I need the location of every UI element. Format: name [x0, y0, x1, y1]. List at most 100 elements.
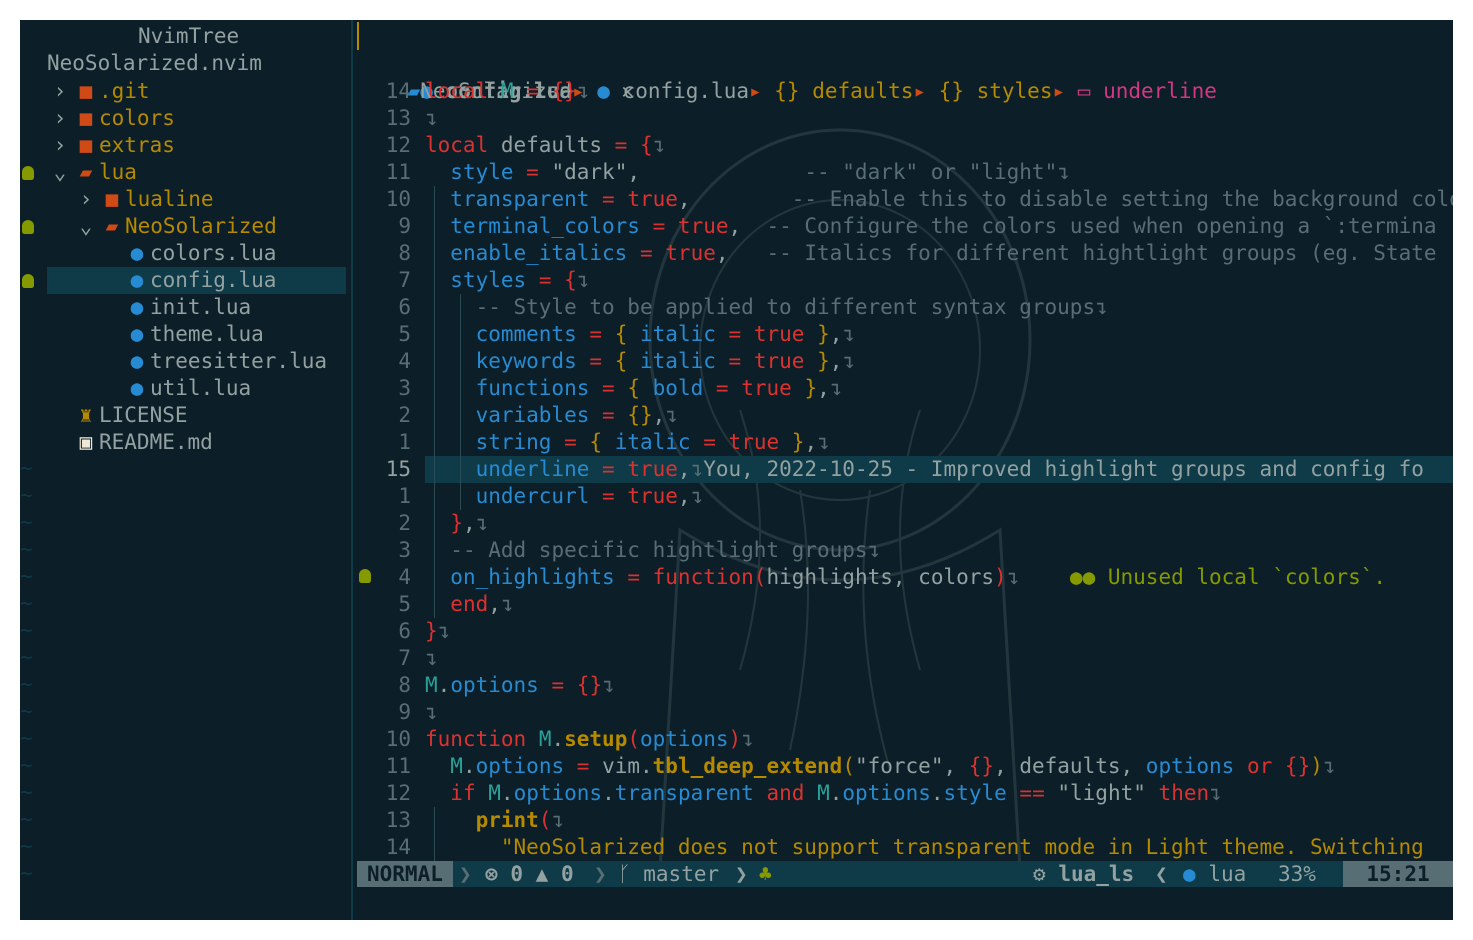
- line-number: 3: [398, 538, 411, 562]
- chevron-right-icon: ›: [53, 79, 67, 103]
- active-tab-indicator: [357, 22, 359, 50]
- code-line: M.options = {}↴: [425, 673, 615, 697]
- code-line: undercurl = true,↴: [475, 484, 704, 508]
- empty-line-marker: ~: [20, 456, 33, 480]
- lsp-status[interactable]: ⚙ lua_ls: [1033, 861, 1134, 887]
- empty-line-marker: ~: [20, 537, 33, 561]
- code-line: comments = { italic = true },↴: [475, 322, 856, 346]
- line-number: 12: [385, 781, 411, 805]
- code-line: function M.setup(options)↴: [425, 727, 754, 751]
- lua-icon: ●: [130, 349, 144, 373]
- code-line: print(↴: [475, 808, 565, 832]
- lua-icon: ●: [130, 376, 144, 400]
- tree-item-util-lua[interactable]: ● util.lua: [124, 375, 346, 402]
- window-separator[interactable]: [351, 20, 353, 920]
- tree-root[interactable]: NeoSolarized.nvim: [47, 51, 262, 75]
- line-number: 11: [385, 754, 411, 778]
- code-line: }↴: [425, 619, 451, 643]
- tree-item-colors[interactable]: › ■ colors: [47, 105, 346, 132]
- tree-item-treesitter-lua[interactable]: ● treesitter.lua: [124, 348, 346, 375]
- empty-line-marker: ~: [20, 645, 33, 669]
- empty-line-marker: ~: [20, 672, 33, 696]
- chevron-right-icon: ▸: [1052, 79, 1078, 103]
- tree-item-readme[interactable]: ▣ README.md: [73, 429, 346, 456]
- braces-icon: {}: [774, 79, 813, 103]
- line-number: 8: [398, 673, 411, 697]
- empty-line-marker: ~: [20, 807, 33, 831]
- code-line: end,↴: [450, 592, 514, 616]
- chevron-right-icon: ›: [53, 106, 67, 130]
- lua-icon: ●: [130, 268, 144, 292]
- empty-line-marker: ~: [20, 618, 33, 642]
- git-branch[interactable]: ᚴ master: [618, 861, 719, 887]
- breadcrumb-styles[interactable]: styles: [977, 79, 1053, 103]
- empty-line-marker: ~: [20, 699, 33, 723]
- code-line: transparent = true, -- Enable this to di…: [450, 187, 1453, 211]
- code-line: string = { italic = true },↴: [475, 430, 830, 454]
- line-number: 1: [398, 430, 411, 454]
- line-number: 11: [385, 160, 411, 184]
- line-number: 4: [398, 565, 411, 589]
- line-number: 9: [398, 700, 411, 724]
- tab-config-lua[interactable]: ● config.lua ✕: [357, 22, 634, 103]
- code-line: style = "dark", -- "dark" or "light"↴: [450, 160, 1070, 184]
- markdown-icon: ▣: [79, 430, 93, 454]
- folder-open-icon: ▰: [105, 214, 119, 238]
- lightbulb-icon: [22, 220, 34, 234]
- chevron-right-icon: ▸: [748, 79, 775, 103]
- breadcrumb: ▰NeoSolarized▸ ● config.lua▸ {} defaults…: [357, 51, 1217, 103]
- tree-item-config-lua[interactable]: ● config.lua: [47, 267, 346, 294]
- code-line: terminal_colors = true, -- Configure the…: [450, 214, 1437, 238]
- folder-icon: ■: [105, 187, 119, 211]
- empty-line-marker: ~: [20, 834, 33, 858]
- tree-item-lualine[interactable]: › ■ lualine: [73, 186, 346, 213]
- breadcrumb-file[interactable]: config.lua: [623, 79, 749, 103]
- line-number: 10: [385, 727, 411, 751]
- separator-icon: ❯: [594, 862, 607, 886]
- chevron-right-icon: ›: [79, 187, 93, 211]
- lightbulb-icon: [22, 166, 34, 180]
- separator-icon: ❯: [459, 862, 472, 886]
- line-number: 6: [398, 619, 411, 643]
- chevron-down-icon: ⌄: [79, 214, 93, 238]
- empty-line-marker: ~: [20, 861, 33, 885]
- tree-item-git[interactable]: › ■ .git: [47, 78, 346, 105]
- git-blame: You, 2022-10-25 - Improved highlight gro…: [703, 457, 1424, 481]
- folder-open-icon: ▰: [79, 160, 93, 184]
- lua-icon: ●: [597, 79, 623, 103]
- gear-icon: ⚙: [1033, 862, 1046, 886]
- chevron-down-icon: ⌄: [53, 160, 67, 184]
- tree-item-theme-lua[interactable]: ● theme.lua: [124, 321, 346, 348]
- diagnostic-dots-icon: ●●: [1069, 565, 1096, 589]
- status-line: NORMAL ❯ ⊗ 0 ▲ 0 ❯ ᚴ master ❯ ♣ ⚙ lua_ls…: [357, 861, 1453, 887]
- code-line: "NeoSolarized does not support transpare…: [500, 835, 1424, 859]
- tree-item-lua[interactable]: ⌄ ▰ lua: [47, 159, 346, 186]
- error-icon: ⊗: [485, 862, 498, 886]
- breadcrumb-underline[interactable]: underline: [1103, 79, 1217, 103]
- tree-item-init-lua[interactable]: ● init.lua: [124, 294, 346, 321]
- breadcrumb-defaults[interactable]: defaults: [812, 79, 913, 103]
- line-number: 1: [398, 484, 411, 508]
- empty-line-marker: ~: [20, 726, 33, 750]
- tree-item-extras[interactable]: › ■ extras: [47, 132, 346, 159]
- line-number: 2: [398, 511, 411, 535]
- folder-icon: ■: [79, 79, 93, 103]
- branch-icon: ᚴ: [618, 862, 631, 886]
- code-line: styles = {↴: [450, 268, 590, 292]
- code-line: -- Style to be applied to different synt…: [475, 295, 1108, 319]
- folder-icon: ■: [79, 106, 93, 130]
- lua-icon: ●: [130, 295, 144, 319]
- tree-item-colors-lua[interactable]: ● colors.lua: [124, 240, 346, 267]
- tree-item-neosolarized[interactable]: ⌄ ▰ NeoSolarized: [73, 213, 346, 240]
- line-number: 5: [398, 322, 411, 346]
- folder-icon: ■: [79, 133, 93, 157]
- braces-icon: {}: [938, 79, 977, 103]
- diagnostics-summary[interactable]: ⊗ 0 ▲ 0: [485, 861, 574, 887]
- line-number: 13: [385, 106, 411, 130]
- empty-line-marker: ~: [20, 780, 33, 804]
- tree-item-license[interactable]: ♜ LICENSE: [73, 402, 346, 429]
- line-number: 6: [398, 295, 411, 319]
- line-number: 13: [385, 808, 411, 832]
- diagnostic-message: Unused local `colors`.: [1107, 565, 1387, 589]
- code-line: ↴: [425, 700, 438, 724]
